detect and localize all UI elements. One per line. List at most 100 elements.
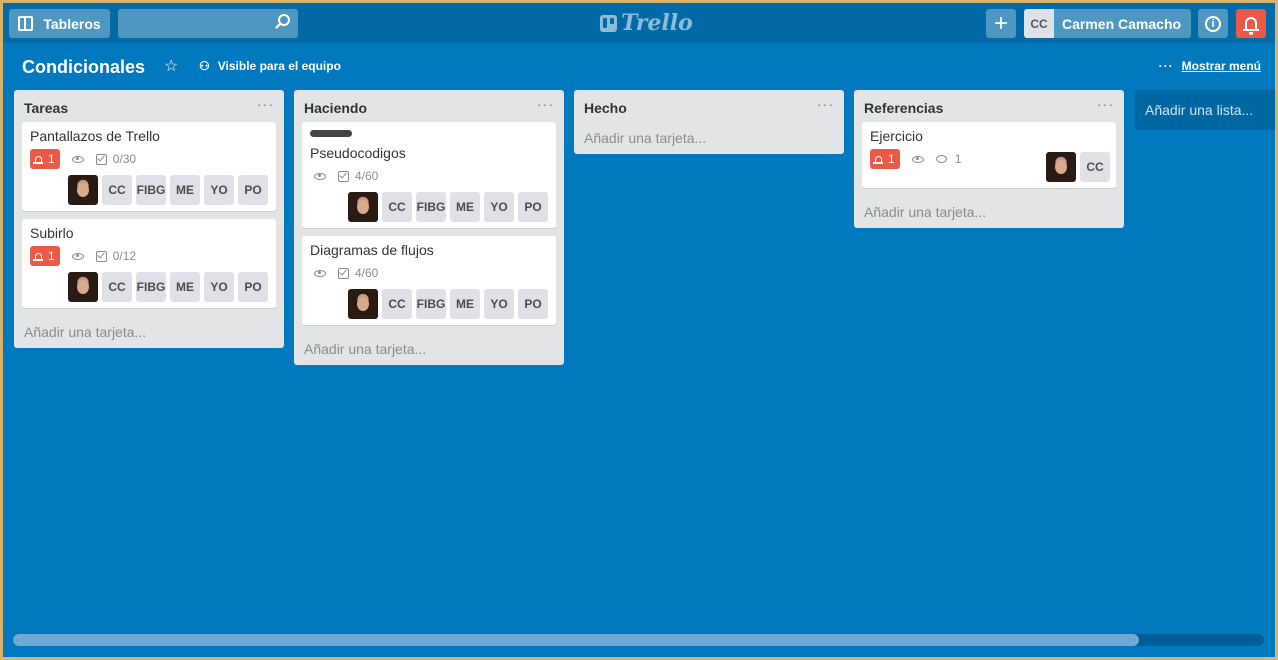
list-tareas: Tareas ··· Pantallazos de Trello 1 0/30 … <box>14 90 284 348</box>
list-menu-icon[interactable]: ··· <box>817 96 834 112</box>
add-list-button[interactable]: Añadir una lista... <box>1135 90 1275 130</box>
comment-icon <box>935 155 947 163</box>
member-yo[interactable]: YO <box>484 289 514 319</box>
checklist-count: 0/12 <box>112 249 137 263</box>
watch-icon <box>911 155 924 163</box>
bell-icon <box>33 155 43 164</box>
show-menu-label: Mostrar menú <box>1181 59 1261 73</box>
avatar[interactable] <box>348 289 378 319</box>
member-fibg[interactable]: FIBG <box>136 175 166 205</box>
notifications-button[interactable] <box>1236 9 1266 38</box>
member-me[interactable]: ME <box>450 289 480 319</box>
member-cc[interactable]: CC <box>102 175 132 205</box>
search-input[interactable] <box>118 9 298 38</box>
list-title[interactable]: Haciendo <box>304 100 367 116</box>
member-fibg[interactable]: FIBG <box>416 192 446 222</box>
card-subirlo[interactable]: Subirlo 1 0/12 CC FIBG ME YO PO <box>22 219 276 308</box>
user-avatar: CC <box>1024 9 1054 38</box>
search-icon[interactable] <box>278 14 290 26</box>
member-cc[interactable]: CC <box>102 272 132 302</box>
card-label <box>310 130 352 137</box>
user-menu-button[interactable]: CC Carmen Camacho <box>1024 9 1191 38</box>
card-title: Pantallazos de Trello <box>30 128 160 144</box>
member-po[interactable]: PO <box>518 192 548 222</box>
plus-icon: + <box>993 9 1008 37</box>
trello-logo[interactable]: Trello <box>600 10 693 36</box>
add-card-link[interactable]: Añadir una tarjeta... <box>14 316 284 348</box>
card-title: Subirlo <box>30 225 74 241</box>
horizontal-scrollbar[interactable] <box>13 634 1264 646</box>
bell-icon <box>873 155 883 164</box>
boards-icon <box>18 16 34 31</box>
avatar[interactable] <box>68 175 98 205</box>
list-referencias: Referencias ··· Ejercicio 1 1 CC Añadir … <box>854 90 1124 228</box>
add-button[interactable]: + <box>986 9 1016 38</box>
card-title: Pseudocodigos <box>310 145 406 161</box>
member-yo[interactable]: YO <box>484 192 514 222</box>
star-icon[interactable]: ☆ <box>164 56 178 76</box>
checklist-count: 4/60 <box>355 169 379 183</box>
board-header: Condicionales ☆ ⚇ Visible para el equipo… <box>3 43 1275 89</box>
trello-logo-icon <box>600 14 617 32</box>
list-menu-icon[interactable]: ··· <box>257 96 274 112</box>
list-title[interactable]: Referencias <box>864 100 943 116</box>
member-cc[interactable]: CC <box>382 289 412 319</box>
scrollbar-thumb[interactable] <box>13 634 1139 646</box>
due-badge: 1 <box>870 149 900 169</box>
member-yo[interactable]: YO <box>204 175 234 205</box>
list-title[interactable]: Hecho <box>584 100 627 116</box>
info-icon: i <box>1205 15 1221 32</box>
card-diagramas[interactable]: Diagramas de flujos 4/60 CC FIBG ME YO P… <box>302 236 556 325</box>
member-yo[interactable]: YO <box>204 272 234 302</box>
checklist-icon <box>338 170 349 182</box>
avatar[interactable] <box>348 192 378 222</box>
boards-label: Tableros <box>43 15 101 32</box>
board-title[interactable]: Condicionales <box>22 57 145 78</box>
card-pantallazos[interactable]: Pantallazos de Trello 1 0/30 CC FIBG ME … <box>22 122 276 211</box>
show-menu-button[interactable]: ··· Mostrar menú <box>1159 59 1261 73</box>
bell-icon <box>1243 16 1259 35</box>
member-po[interactable]: PO <box>238 175 268 205</box>
card-pseudocodigos[interactable]: Pseudocodigos 4/60 CC FIBG ME YO PO <box>302 122 556 228</box>
list-haciendo: Haciendo ··· Pseudocodigos 4/60 CC FIBG … <box>294 90 564 365</box>
user-name: Carmen Camacho <box>1062 15 1182 32</box>
list-hecho: Hecho ··· Añadir una tarjeta... <box>574 90 844 154</box>
top-bar: Tableros Trello + CC Carmen Camacho i <box>3 3 1275 43</box>
due-badge: 1 <box>30 246 60 266</box>
due-count: 1 <box>48 152 55 166</box>
watch-icon <box>71 155 84 163</box>
more-icon: ··· <box>1158 59 1174 73</box>
member-me[interactable]: ME <box>450 192 480 222</box>
member-fibg[interactable]: FIBG <box>416 289 446 319</box>
checklist-count: 4/60 <box>355 266 379 280</box>
card-ejercicio[interactable]: Ejercicio 1 1 CC <box>862 122 1116 188</box>
bell-icon <box>33 252 43 261</box>
boards-button[interactable]: Tableros <box>9 9 110 38</box>
checklist-icon <box>95 153 107 165</box>
list-title[interactable]: Tareas <box>24 100 68 116</box>
add-card-link[interactable]: Añadir una tarjeta... <box>854 196 1124 228</box>
comment-count: 1 <box>954 152 962 166</box>
checklist-icon <box>338 267 349 279</box>
watch-icon <box>71 252 84 260</box>
member-po[interactable]: PO <box>238 272 268 302</box>
member-po[interactable]: PO <box>518 289 548 319</box>
member-cc[interactable]: CC <box>382 192 412 222</box>
member-me[interactable]: ME <box>170 272 200 302</box>
member-cc[interactable]: CC <box>1080 152 1110 182</box>
add-card-link[interactable]: Añadir una tarjeta... <box>294 333 564 365</box>
add-card-link[interactable]: Añadir una tarjeta... <box>574 122 844 154</box>
visibility-label: Visible para el equipo <box>217 59 341 73</box>
avatar[interactable] <box>1046 152 1076 182</box>
avatar[interactable] <box>68 272 98 302</box>
visibility-button[interactable]: ⚇ Visible para el equipo <box>199 59 341 73</box>
due-count: 1 <box>888 152 895 166</box>
list-menu-icon[interactable]: ··· <box>1097 96 1114 112</box>
info-button[interactable]: i <box>1198 9 1228 38</box>
checklist-count: 0/30 <box>112 152 137 166</box>
trello-logo-text: Trello <box>621 10 693 36</box>
member-fibg[interactable]: FIBG <box>136 272 166 302</box>
trello-window: Tableros Trello + CC Carmen Camacho i Co… <box>3 3 1275 657</box>
list-menu-icon[interactable]: ··· <box>537 96 554 112</box>
member-me[interactable]: ME <box>170 175 200 205</box>
